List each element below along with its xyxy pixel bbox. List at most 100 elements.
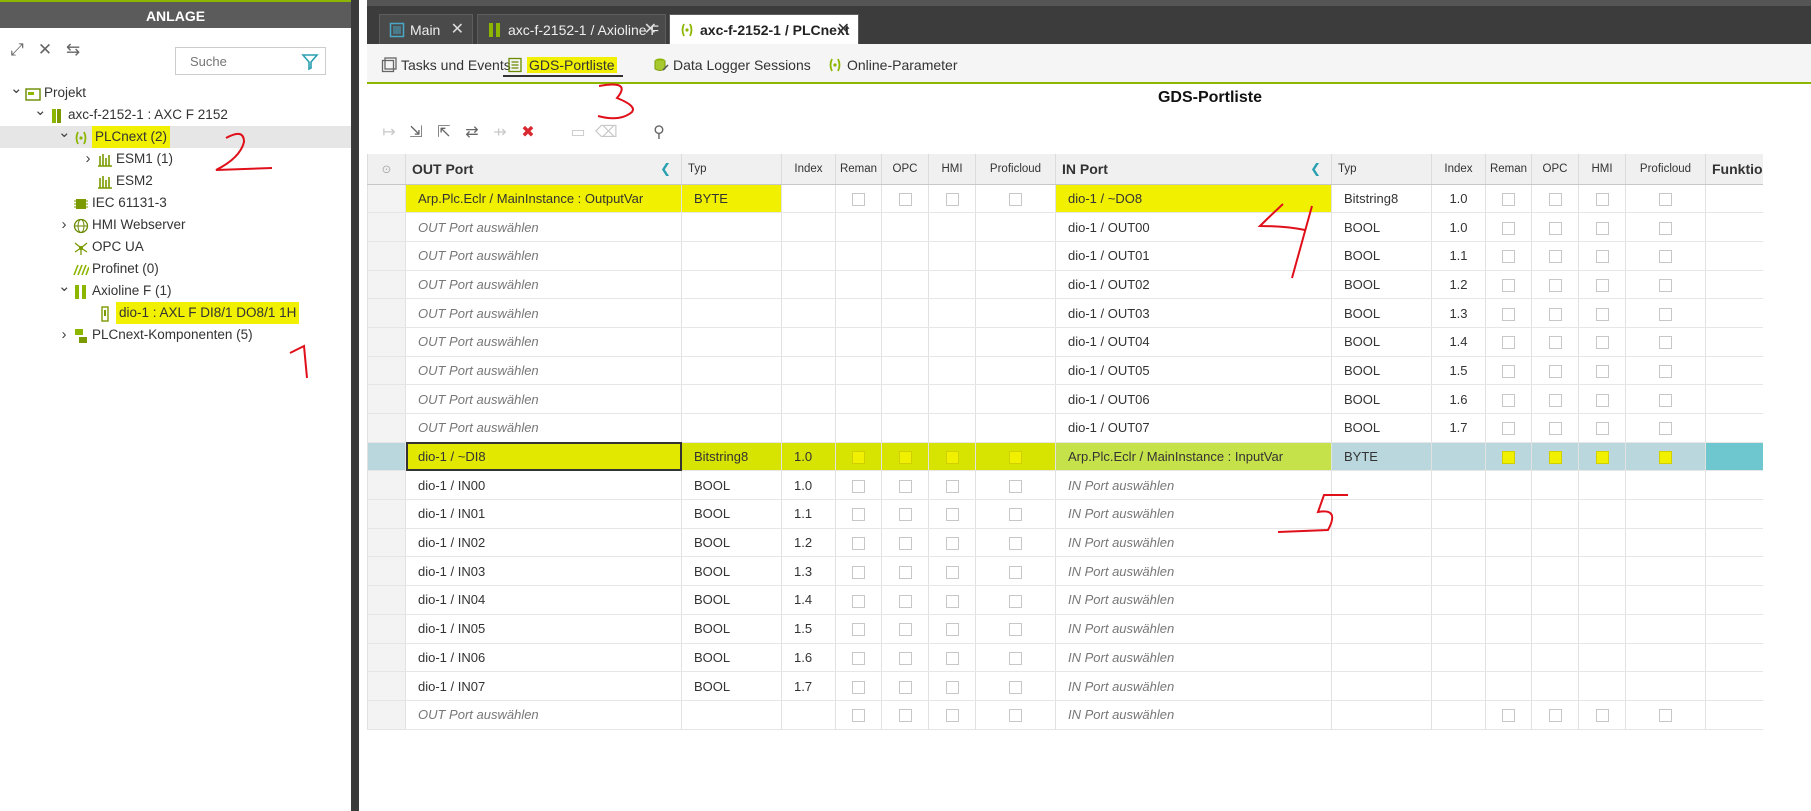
checkbox[interactable] (1659, 336, 1672, 350)
checkbox-cell[interactable] (1531, 184, 1579, 214)
in-port-cell[interactable]: dio-1 / OUT04 (1055, 327, 1332, 357)
checkbox[interactable] (945, 479, 959, 493)
out-port-cell[interactable]: OUT Port auswählen (405, 241, 682, 271)
checkbox[interactable] (945, 623, 959, 637)
row-gutter[interactable] (367, 413, 406, 443)
index2-cell[interactable]: 1.1 (1431, 241, 1486, 271)
in-port-cell[interactable]: IN Port auswählen (1055, 528, 1332, 558)
chevron-down-icon[interactable]: ⌄ (58, 122, 71, 144)
funktion-cell[interactable] (1704, 241, 1763, 271)
tab-plcnext[interactable]: axc-f-2152-1 / PLCnext ✕ (669, 14, 859, 45)
checkbox-cell[interactable] (835, 356, 882, 386)
checkbox-cell[interactable] (1485, 241, 1532, 271)
row-gutter[interactable] (367, 442, 406, 472)
checkbox[interactable] (898, 565, 912, 579)
checkbox[interactable] (1595, 221, 1609, 235)
checkbox[interactable] (898, 537, 912, 551)
typ2-cell[interactable]: BOOL (1331, 270, 1432, 300)
typ2-cell[interactable]: Bitstring8 (1331, 184, 1432, 214)
index2-cell[interactable] (1431, 528, 1486, 558)
hmi2-header[interactable]: HMI (1578, 154, 1626, 185)
out-port-cell[interactable]: dio-1 / IN05 (405, 614, 682, 644)
row-gutter[interactable] (367, 356, 406, 386)
checkbox[interactable] (1595, 365, 1609, 378)
index2-cell[interactable]: 1.6 (1431, 384, 1486, 414)
funktion-cell[interactable] (1704, 700, 1763, 730)
in-port-cell[interactable]: IN Port auswählen (1055, 700, 1332, 730)
checkbox-cell[interactable] (1578, 614, 1626, 644)
row-gutter[interactable] (367, 470, 406, 501)
funktion-cell[interactable] (1704, 442, 1763, 472)
typ-header[interactable]: Typ (681, 154, 782, 185)
index-cell[interactable]: 1.6 (781, 643, 836, 673)
checkbox-cell[interactable] (975, 528, 1056, 558)
table-row[interactable]: OUT Port auswählen dio-1 / OUT01 BOOL 1.1 (367, 241, 1763, 271)
in-port-cell[interactable]: dio-1 / OUT02 (1055, 270, 1332, 300)
checkbox-cell[interactable] (1531, 327, 1579, 357)
index-cell[interactable]: 1.3 (781, 556, 836, 587)
opc-header[interactable]: OPC (881, 154, 929, 185)
checkbox-cell[interactable] (881, 556, 929, 587)
table-row[interactable]: dio-1 / IN04 BOOL 1.4 IN Port auswählen (367, 585, 1763, 615)
checkbox-cell[interactable] (1531, 212, 1579, 242)
chevron-down-icon[interactable]: ⌄ (10, 78, 23, 100)
checkbox-cell[interactable] (1531, 643, 1579, 673)
tree-node[interactable]: ⌄ Axioline F (1) (0, 278, 351, 302)
sync-icon[interactable]: ⇆ (62, 40, 84, 60)
checkbox-cell[interactable] (1531, 585, 1579, 615)
checkbox-cell[interactable] (835, 184, 882, 214)
tree-node[interactable]: OPC UA (0, 236, 351, 258)
checkbox-cell[interactable] (928, 470, 976, 501)
typ2-cell[interactable] (1331, 585, 1432, 615)
checkbox[interactable] (1502, 393, 1515, 407)
checkbox-cell[interactable] (881, 442, 929, 472)
index-cell[interactable]: 1.0 (781, 470, 836, 501)
in-port-cell[interactable]: dio-1 / OUT06 (1055, 384, 1332, 414)
chevron-left-icon[interactable]: ❮ (660, 161, 671, 177)
index-cell[interactable] (781, 212, 836, 242)
checkbox-cell[interactable] (1485, 643, 1532, 673)
checkbox-cell[interactable] (835, 241, 882, 271)
table-row[interactable]: dio-1 / IN07 BOOL 1.7 IN Port auswählen (367, 671, 1763, 701)
in-port-cell[interactable]: dio-1 / OUT03 (1055, 298, 1332, 328)
checkbox[interactable] (852, 709, 865, 723)
checkbox-cell[interactable] (1485, 270, 1532, 300)
checkbox-cell[interactable] (975, 556, 1056, 587)
row-gutter[interactable] (367, 212, 406, 242)
checkbox[interactable] (1502, 422, 1515, 436)
out-port-cell[interactable]: dio-1 / IN03 (405, 556, 682, 587)
search-icon[interactable]: ⚲ (648, 122, 670, 144)
connect-icon[interactable]: ↦ (378, 122, 400, 144)
index2-cell[interactable] (1431, 614, 1486, 644)
funktion-cell[interactable] (1704, 327, 1763, 357)
checkbox[interactable] (1595, 192, 1609, 206)
checkbox[interactable] (898, 651, 912, 665)
typ-cell[interactable]: BOOL (681, 585, 782, 615)
checkbox[interactable] (945, 565, 959, 579)
checkbox-cell[interactable] (1531, 528, 1579, 558)
checkbox-cell[interactable] (881, 356, 929, 386)
checkbox-cell[interactable] (1625, 671, 1706, 701)
tree-node[interactable]: ESM2 (0, 170, 351, 192)
funktion-cell[interactable] (1704, 470, 1763, 501)
checkbox-cell[interactable] (928, 643, 976, 673)
checkbox-cell[interactable] (1531, 671, 1579, 701)
subtab-data-logger[interactable]: Data Logger Sessions (649, 53, 817, 77)
index-cell[interactable] (781, 384, 836, 414)
chevron-right-icon[interactable]: › (58, 214, 70, 236)
row-gutter[interactable] (367, 184, 406, 214)
checkbox[interactable] (1502, 365, 1515, 378)
table-row[interactable]: OUT Port auswählen IN Port auswählen (367, 700, 1763, 730)
table-row[interactable]: dio-1 / ~DI8 Bitstring8 1.0 Arp.Plc.Eclr / … (367, 442, 1763, 472)
filter-icon[interactable] (301, 53, 319, 71)
funktion-cell[interactable] (1704, 184, 1763, 214)
typ-cell[interactable]: BOOL (681, 528, 782, 558)
typ2-cell[interactable] (1331, 528, 1432, 558)
checkbox[interactable] (852, 594, 865, 608)
checkbox[interactable] (1548, 221, 1562, 235)
typ-cell[interactable]: BOOL (681, 556, 782, 587)
typ-cell[interactable] (681, 356, 782, 386)
chevron-down-icon[interactable]: ⌄ (34, 100, 47, 122)
checkbox-cell[interactable] (1625, 585, 1706, 615)
checkbox-cell[interactable] (1578, 356, 1626, 386)
